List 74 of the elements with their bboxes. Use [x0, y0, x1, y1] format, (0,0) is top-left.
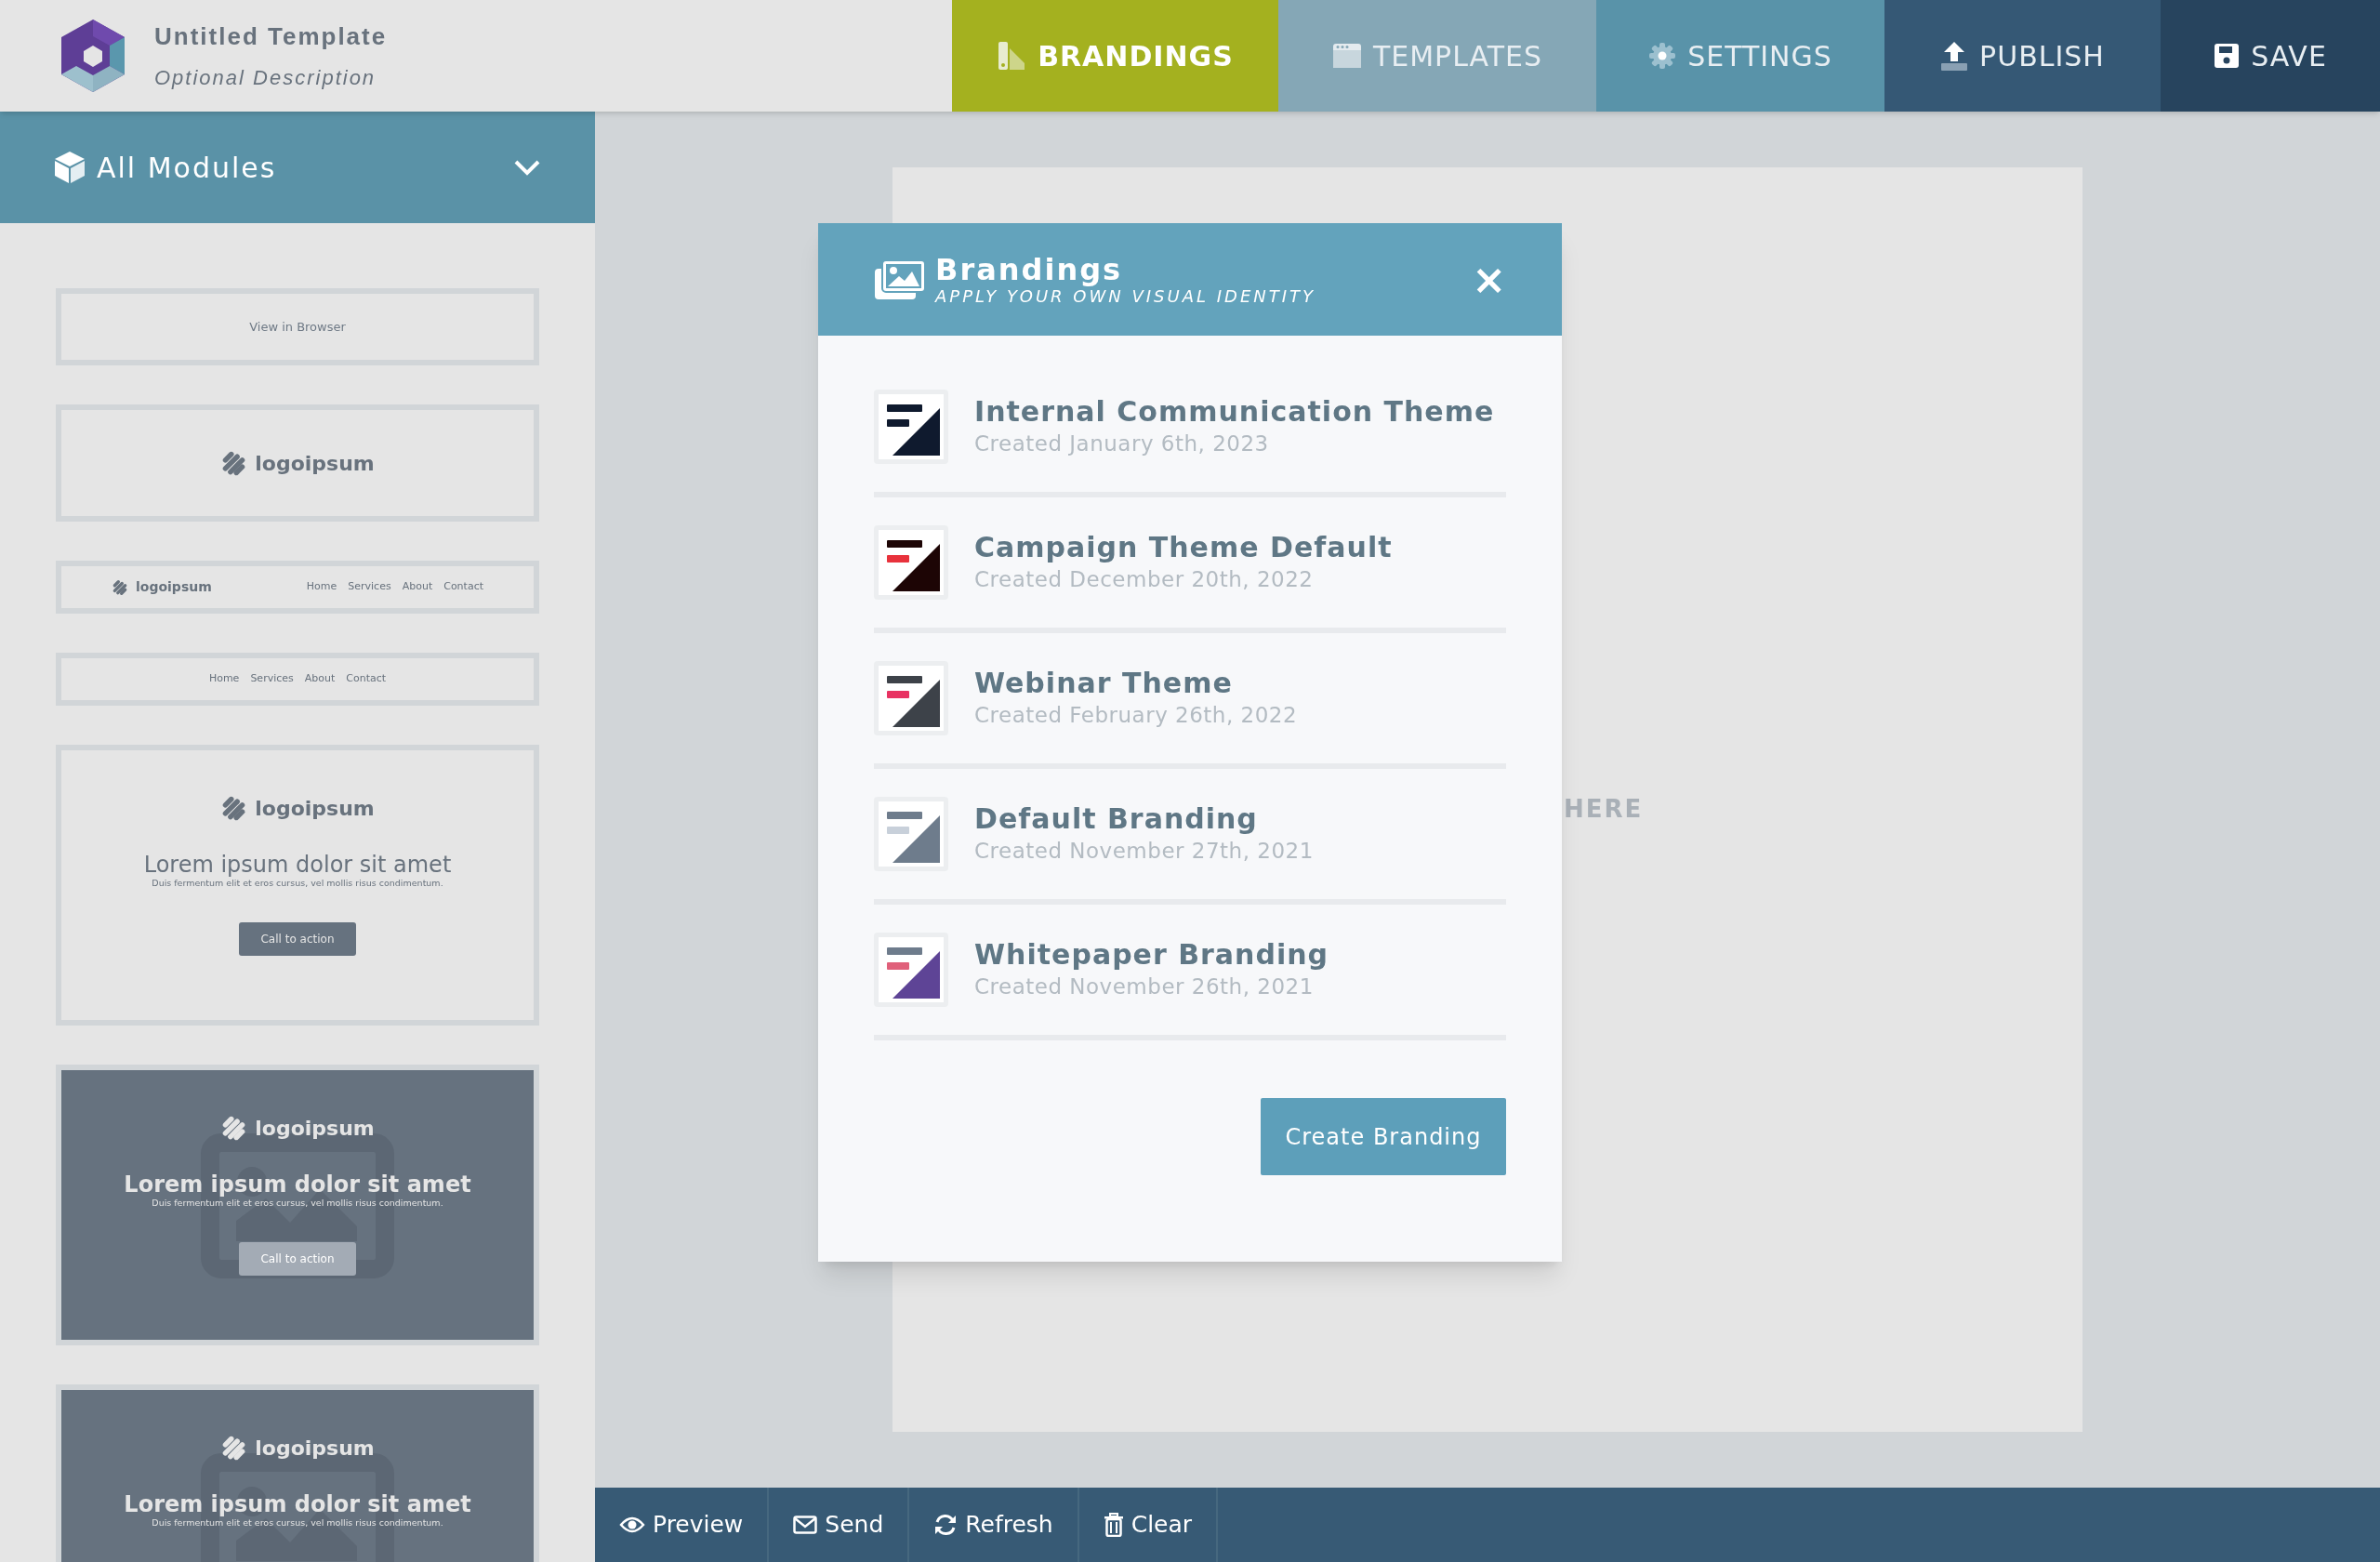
logo-text: logoipsum: [255, 450, 375, 477]
nav-link[interactable]: About: [304, 671, 336, 687]
template-title: Untitled Template: [154, 21, 388, 52]
module-text: Duis fermentum elit et eros cursus, vel mollis risus condimentum.: [152, 1517, 443, 1529]
nav-link[interactable]: Home: [306, 579, 337, 595]
module-preview[interactable]: logoipsum Lorem ipsum dolor sit amet Duis fermentum elit et eros cursus, vel mollis risus condimentum.: [56, 1384, 539, 1562]
close-button[interactable]: ×: [1472, 258, 1506, 300]
dialog-title: Brandings: [935, 252, 1124, 286]
swatch-icon: [997, 41, 1027, 71]
toolbar-button[interactable]: Refresh: [909, 1488, 1079, 1562]
nav-tab[interactable]: PUBLISH: [1884, 0, 2161, 112]
module-preview[interactable]: View in Browser: [56, 288, 539, 365]
window-icon: [1331, 43, 1362, 69]
branding-name: Default Branding: [974, 802, 1259, 836]
toolbar-button[interactable]: Send: [769, 1488, 910, 1562]
logo-text: logoipsum: [255, 1436, 375, 1462]
module-text: Duis fermentum elit et eros cursus, vel mollis risus condimentum.: [152, 878, 443, 889]
logo-text: logoipsum: [255, 796, 375, 822]
module-text: View in Browser: [249, 318, 346, 336]
cube-icon: [54, 151, 86, 184]
envelope-icon: [793, 1516, 818, 1534]
branding-item[interactable]: Internal Communication Theme Created January 6th, 2023: [874, 388, 1506, 497]
logo-mark-icon: [112, 578, 128, 596]
branding-name: Internal Communication Theme: [974, 395, 1495, 429]
nav-link[interactable]: Contact: [346, 671, 387, 687]
toolbar-button[interactable]: Preview: [595, 1488, 770, 1562]
module-preview[interactable]: logoipsum Lorem ipsum dolor sit amet Duis fermentum elit et eros cursus, vel mollis risus condimentum. Call to action: [56, 1065, 539, 1345]
branding-date: Created January 6th, 2023: [974, 430, 1270, 457]
branding-name: Whitepaper Branding: [974, 938, 1329, 972]
branding-name: Campaign Theme Default: [974, 531, 1393, 564]
logo-text: logoipsum: [255, 1116, 375, 1142]
module-heading: Lorem ipsum dolor sit amet: [124, 1491, 471, 1517]
dialog-subtitle: APPLY YOUR OWN VISUAL IDENTITY: [935, 285, 1317, 307]
nav-tab[interactable]: SAVE: [2161, 0, 2380, 112]
chevron-down-icon: [513, 159, 541, 176]
branding-date: Created February 26th, 2022: [974, 702, 1298, 729]
toolbar-button[interactable]: Clear: [1078, 1488, 1219, 1562]
nav-link[interactable]: About: [402, 579, 433, 595]
module-preview[interactable]: logoipsum: [56, 404, 539, 522]
nav-link[interactable]: Contact: [443, 579, 483, 595]
branding-item[interactable]: Campaign Theme Default Created December 20th, 2022: [874, 497, 1506, 633]
call-to-action-button[interactable]: Call to action: [239, 1242, 356, 1276]
module-preview[interactable]: logoipsum Lorem ipsum dolor sit amet Duis fermentum elit et eros cursus, vel mollis risus condimentum. Call to action: [56, 745, 539, 1026]
module-preview[interactable]: logoipsum Home Services About Contact: [56, 561, 539, 614]
drop-hint-text: HERE: [1564, 793, 1644, 825]
refresh-icon: [933, 1513, 959, 1537]
branding-item[interactable]: Whitepaper Branding Created November 26th, 2021: [874, 905, 1506, 1040]
save-icon: [2214, 43, 2241, 69]
branding-item[interactable]: Default Branding Created November 27th, 2021: [874, 769, 1506, 905]
module-text: Duis fermentum elit et eros cursus, vel mollis risus condimentum.: [152, 1198, 443, 1209]
template-description: Optional Description: [154, 65, 377, 91]
nav-link[interactable]: Home: [208, 671, 240, 687]
module-heading: Lorem ipsum dolor sit amet: [143, 852, 452, 878]
branding-date: Created December 20th, 2022: [974, 566, 1315, 593]
branding-date: Created November 26th, 2021: [974, 973, 1315, 1000]
trash-icon: [1103, 1513, 1124, 1537]
upload-icon: [1940, 41, 1969, 71]
branding-date: Created November 27th, 2021: [974, 838, 1314, 865]
create-branding-button[interactable]: Create Branding: [1261, 1098, 1506, 1175]
logo-text: logoipsum: [136, 578, 212, 596]
images-icon: [874, 258, 926, 300]
module-heading: Lorem ipsum dolor sit amet: [124, 1172, 471, 1198]
nav-tab[interactable]: BRANDINGS: [952, 0, 1278, 112]
nav-tab[interactable]: SETTINGS: [1596, 0, 1884, 112]
nav-link[interactable]: Services: [348, 579, 391, 595]
nav-tab[interactable]: TEMPLATES: [1278, 0, 1596, 112]
call-to-action-button[interactable]: Call to action: [239, 922, 356, 956]
eye-icon: [619, 1516, 645, 1534]
modules-dropdown[interactable]: All Modules: [0, 112, 595, 223]
nav-link[interactable]: Services: [250, 671, 294, 687]
gear-icon: [1648, 42, 1677, 70]
branding-name: Webinar Theme: [974, 667, 1234, 700]
branding-item[interactable]: Webinar Theme Created February 26th, 2022: [874, 633, 1506, 769]
module-preview[interactable]: Home Services About Contact: [56, 653, 539, 706]
